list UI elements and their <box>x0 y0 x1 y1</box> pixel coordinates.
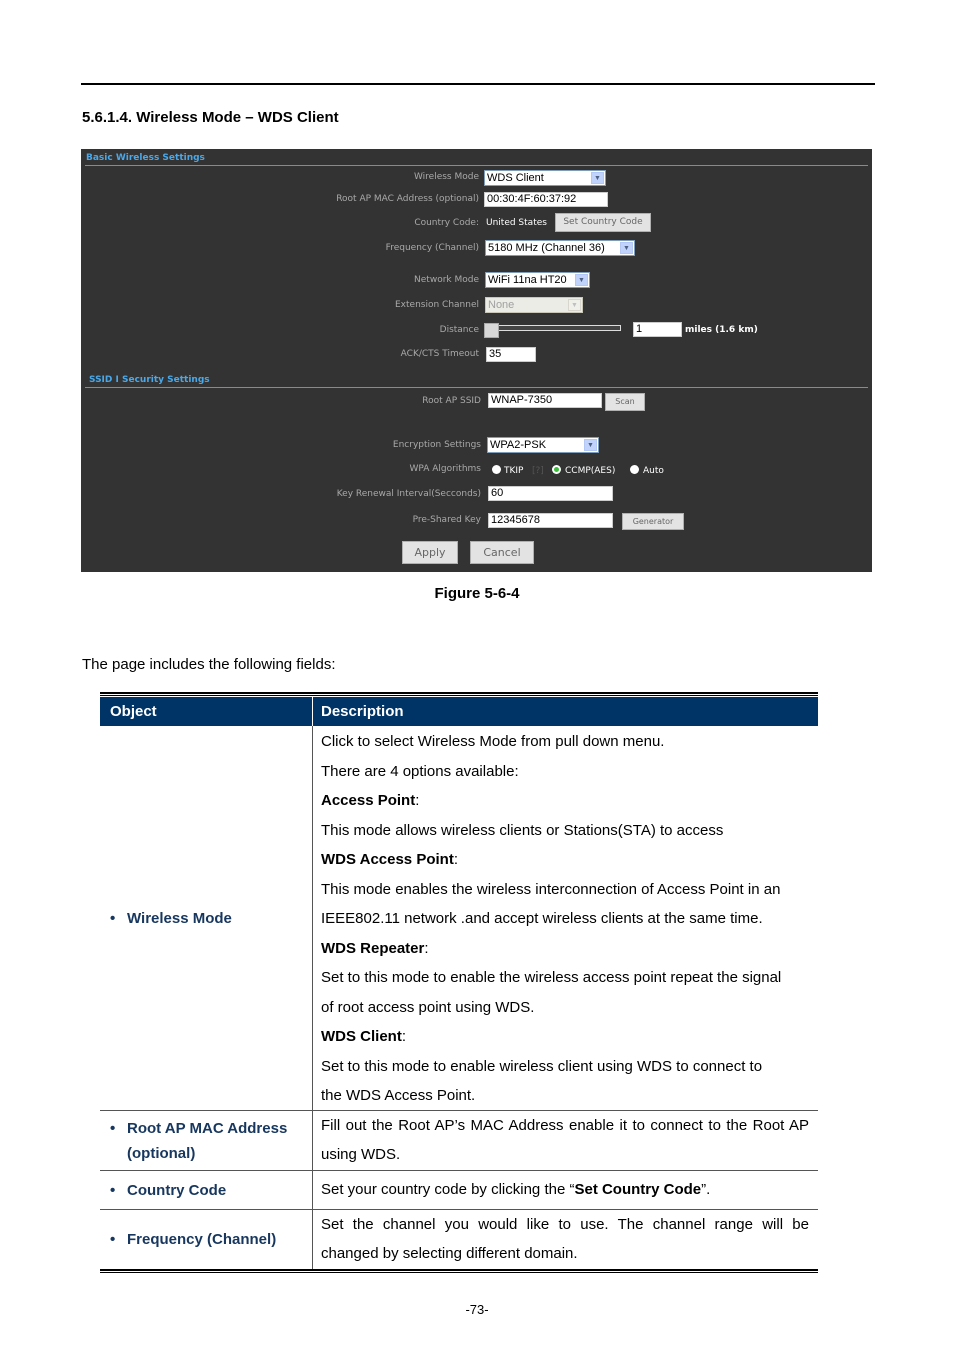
scan-button[interactable]: Scan <box>605 393 645 411</box>
country-code-label: Country Code: <box>414 218 479 228</box>
description-line: of root access point using WDS. <box>321 998 535 1016</box>
page-number: -73- <box>465 1302 489 1317</box>
description-line: Click to select Wireless Mode from pull … <box>321 733 665 750</box>
extension-channel-label: Extension Channel <box>395 300 479 310</box>
security-section-title: SSID I Security Settings <box>89 375 210 385</box>
security-section-rule <box>85 387 868 388</box>
header-description: Description <box>321 703 404 720</box>
intro-text: The page includes the following fields: <box>82 656 336 673</box>
wpa-algorithms-label: WPA Algorithms <box>409 464 481 474</box>
root-ap-ssid-input[interactable]: WNAP-7350 <box>488 393 602 408</box>
apply-button[interactable]: Apply <box>402 541 458 564</box>
distance-input[interactable]: 1 <box>633 322 682 337</box>
chevron-down-icon: ▼ <box>591 172 604 184</box>
description-line: Access Point: <box>321 792 420 809</box>
root-ap-mac-input[interactable]: 00:30:4F:60:37:92 <box>484 192 608 207</box>
wireless-mode-value: WDS Client <box>487 172 544 184</box>
column-separator <box>312 726 313 1269</box>
table-header: Object Description <box>100 697 818 726</box>
distance-slider-track[interactable] <box>484 325 621 331</box>
ack-cts-label: ACK/CTS Timeout <box>400 349 479 359</box>
ccmp-aes-label: CCMP(AES) <box>565 466 616 476</box>
table-row-description: Set your country code by clicking the “S… <box>321 1181 711 1198</box>
header-separator <box>312 697 313 726</box>
header-rule <box>81 83 875 85</box>
description-line: This mode enables the wireless interconn… <box>321 880 781 898</box>
pre-shared-key-label: Pre-Shared Key <box>412 515 481 525</box>
section-heading: 5.6.1.4. Wireless Mode – WDS Client <box>82 109 339 126</box>
distance-label: Distance <box>439 325 479 335</box>
root-ap-ssid-label: Root AP SSID <box>422 396 481 406</box>
network-mode-select[interactable]: WiFi 11na HT20 ▼ <box>485 272 590 288</box>
row-divider <box>100 1170 818 1171</box>
table-row-object: • Wireless Mode <box>110 910 232 927</box>
frequency-label: Frequency (Channel) <box>385 243 479 253</box>
network-mode-value: WiFi 11na HT20 <box>488 274 567 286</box>
extension-channel-value: None <box>488 299 515 311</box>
tkip-radio[interactable] <box>492 465 501 474</box>
key-renewal-input[interactable]: 60 <box>488 486 613 501</box>
header-object: Object <box>110 703 157 720</box>
basic-section-title: Basic Wireless Settings <box>86 153 205 163</box>
tkip-label: TKIP <box>504 466 524 476</box>
table-top-rule <box>100 692 818 694</box>
table-row-object: • Country Code <box>110 1182 227 1199</box>
set-country-code-button[interactable]: Set Country Code <box>555 213 651 232</box>
table-row-description: Fill out the Root AP’s MAC Address enabl… <box>321 1117 809 1163</box>
chevron-down-icon: ▼ <box>568 299 581 311</box>
help-icon[interactable]: [?] <box>532 466 544 476</box>
table-row-object: • Frequency (Channel) <box>110 1231 277 1248</box>
description-line: WDS Repeater: <box>321 939 429 957</box>
chevron-down-icon: ▼ <box>620 242 633 254</box>
table-row-description: Click to select Wireless Mode from pull … <box>321 727 809 1111</box>
chevron-down-icon: ▼ <box>575 274 588 286</box>
wireless-mode-label: Wireless Mode <box>413 172 479 182</box>
frequency-select[interactable]: 5180 MHz (Channel 36) ▼ <box>485 240 635 256</box>
distance-slider-thumb[interactable] <box>484 323 499 338</box>
extension-channel-select: None ▼ <box>485 297 583 313</box>
table-bottom-rule-thin <box>100 1272 818 1273</box>
frequency-value: 5180 MHz (Channel 36) <box>488 242 605 254</box>
cancel-button[interactable]: Cancel <box>470 541 534 564</box>
description-line: WDS Client: <box>321 1028 407 1045</box>
auto-radio[interactable] <box>630 465 639 474</box>
basic-section-rule <box>85 165 868 166</box>
description-line: This mode allows wireless clients or Sta… <box>321 821 724 839</box>
table-row-description: Set the channel you would like to use. T… <box>321 1216 809 1262</box>
wireless-settings-screenshot: Basic Wireless Settings Wireless Mode WD… <box>81 149 872 572</box>
ack-cts-input[interactable]: 35 <box>486 347 536 362</box>
description-line: There are 4 options available: <box>321 762 519 780</box>
distance-unit: miles (1.6 km) <box>685 325 758 335</box>
table-row-object: • Root AP MAC Address (optional) <box>110 1120 288 1162</box>
key-renewal-label: Key Renewal Interval(Secconds) <box>336 489 481 499</box>
description-line: Set to this mode to enable the wireless … <box>321 969 782 986</box>
description-line: WDS Access Point: <box>321 851 458 868</box>
pre-shared-key-input[interactable]: 12345678 <box>488 513 613 528</box>
root-ap-mac-label: Root AP MAC Address (optional) <box>336 194 479 204</box>
description-line: the WDS Access Point. <box>321 1087 476 1104</box>
description-line: Set to this mode to enable wireless clie… <box>321 1057 763 1075</box>
encryption-select[interactable]: WPA2-PSK ▼ <box>487 437 599 453</box>
encryption-label: Encryption Settings <box>392 440 481 450</box>
generator-button[interactable]: Generator <box>622 513 684 530</box>
auto-label: Auto <box>643 466 664 476</box>
country-code-value: United States <box>486 218 547 228</box>
network-mode-label: Network Mode <box>414 275 479 285</box>
figure-caption: Figure 5-6-4 <box>434 585 520 602</box>
chevron-down-icon: ▼ <box>584 439 597 451</box>
description-line: IEEE802.11 network .and accept wireless … <box>321 910 763 927</box>
ccmp-aes-radio[interactable] <box>552 465 561 474</box>
table-bottom-rule <box>100 1269 818 1271</box>
wireless-mode-select[interactable]: WDS Client ▼ <box>484 170 606 186</box>
encryption-value: WPA2-PSK <box>490 439 547 451</box>
table-top-rule-thin <box>100 695 818 696</box>
